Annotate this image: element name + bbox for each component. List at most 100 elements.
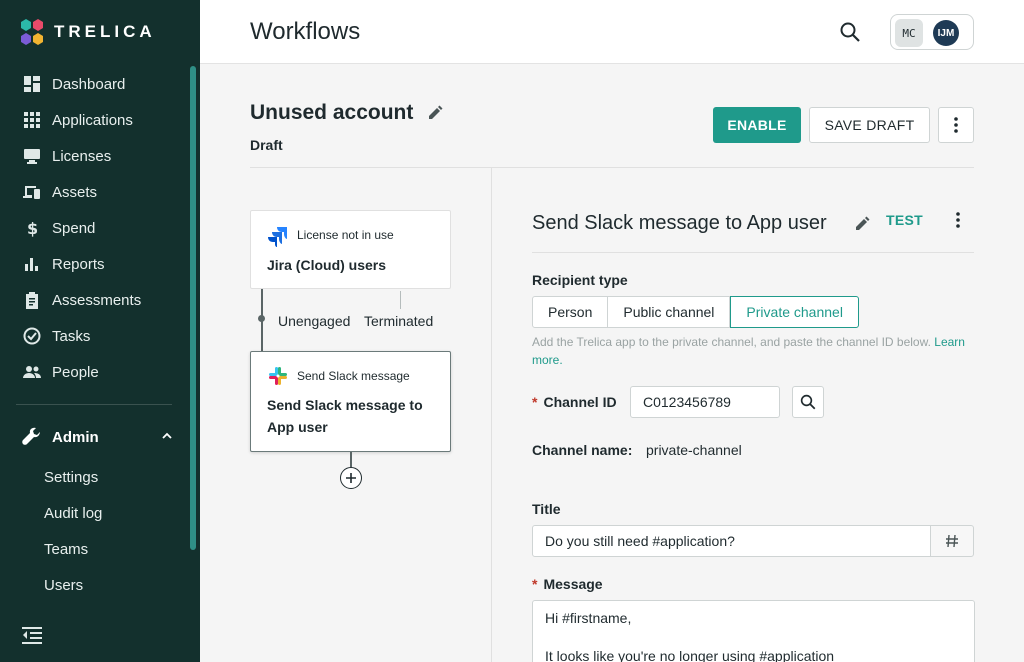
main-content: Unused account Draft ENABLE SAVE DRAFT L… <box>200 65 1024 662</box>
recipient-option-public-channel[interactable]: Public channel <box>608 296 731 328</box>
branch-dot <box>258 315 265 322</box>
message-textarea[interactable]: Hi #firstname, It looks like you're no l… <box>532 600 975 662</box>
recipient-type-selector: Person Public channel Private channel <box>532 296 859 328</box>
workflow-status: Draft <box>250 137 283 153</box>
devices-icon <box>22 182 42 202</box>
svg-text:$: $ <box>27 219 38 237</box>
pencil-icon[interactable] <box>854 216 870 232</box>
workflow-title: Unused account <box>250 101 414 124</box>
dashboard-icon <box>22 74 42 94</box>
sidebar-item-users[interactable]: Users <box>0 567 186 603</box>
recipient-type-label: Recipient type <box>532 272 628 288</box>
trelica-logo-icon <box>21 19 43 45</box>
sidebar-item-admin[interactable]: Admin <box>0 419 186 455</box>
check-circle-icon <box>22 326 42 346</box>
recipient-hint: Add the Trelica app to the private chann… <box>532 333 972 369</box>
flow-connector <box>350 452 352 467</box>
sidebar-item-label: Assets <box>52 183 98 201</box>
sidebar-item-label: People <box>52 363 99 381</box>
test-button[interactable]: TEST <box>886 212 923 228</box>
brand-name: TRELICA <box>54 22 156 41</box>
title-input[interactable]: Do you still need #application? <box>532 525 931 557</box>
recipient-option-person[interactable]: Person <box>532 296 609 328</box>
node-name-label: Send Slack message to App user <box>267 397 423 435</box>
sidebar: TRELICA Dashboard Applications Licenses … <box>0 0 200 662</box>
sidebar-item-tasks[interactable]: Tasks <box>0 318 186 354</box>
sidebar-scrollbar[interactable] <box>190 66 196 550</box>
avatar[interactable]: IJM <box>933 20 959 46</box>
sidebar-item-label: Reports <box>52 255 105 273</box>
search-icon <box>800 394 816 410</box>
dollar-icon: $ <box>22 218 42 238</box>
top-header: Workflows MC IJM <box>200 0 1024 64</box>
trigger-node[interactable]: License not in use Jira (Cloud) users <box>250 210 451 289</box>
channel-id-input[interactable]: C0123456789 <box>630 386 780 418</box>
workflow-more-button[interactable] <box>938 107 974 143</box>
plus-icon <box>346 473 356 483</box>
page-title: Workflows <box>250 18 361 45</box>
sidebar-nav: Dashboard Applications Licenses Assets $… <box>0 66 186 390</box>
sidebar-item-people[interactable]: People <box>0 354 186 390</box>
branch-label-terminated[interactable]: Terminated <box>364 311 433 331</box>
sidebar-item-settings[interactable]: Settings <box>0 459 186 495</box>
insert-variable-button[interactable] <box>930 525 974 557</box>
clipboard-icon <box>22 290 42 310</box>
sidebar-item-label: Applications <box>52 111 133 129</box>
node-name-label: Jira (Cloud) users <box>267 257 387 273</box>
avatar[interactable]: MC <box>895 19 923 47</box>
channel-id-label-text: Channel ID <box>543 394 617 410</box>
jira-icon <box>268 227 287 247</box>
sidebar-item-assessments[interactable]: Assessments <box>0 282 186 318</box>
sidebar-item-spend[interactable]: $ Spend <box>0 210 186 246</box>
required-asterisk: * <box>532 576 538 592</box>
message-label: * Message <box>532 576 603 592</box>
flow-connector <box>400 291 401 309</box>
branch-label-unengaged[interactable]: Unengaged <box>278 311 354 331</box>
add-step-button[interactable] <box>340 467 362 489</box>
channel-name-label: Channel name: <box>532 442 633 458</box>
hash-icon <box>946 534 958 548</box>
sidebar-item-label: Assessments <box>52 291 142 309</box>
save-draft-button[interactable]: SAVE DRAFT <box>809 107 930 143</box>
sidebar-item-applications[interactable]: Applications <box>0 102 186 138</box>
node-type-label: Send Slack message <box>297 369 410 383</box>
title-label: Title <box>532 501 561 517</box>
collapse-sidebar-icon[interactable] <box>22 626 42 644</box>
apps-grid-icon <box>22 110 42 130</box>
wrench-icon <box>22 427 42 447</box>
sidebar-item-label: Tasks <box>52 327 91 345</box>
search-icon[interactable] <box>838 20 862 44</box>
sidebar-item-assets[interactable]: Assets <box>0 174 186 210</box>
channel-lookup-button[interactable] <box>792 386 824 418</box>
sidebar-item-label: Dashboard <box>52 75 126 93</box>
message-label-text: Message <box>543 576 603 592</box>
required-asterisk: * <box>532 394 538 410</box>
user-avatars[interactable]: MC IJM <box>890 14 974 50</box>
step-title: Send Slack message to App user <box>532 212 827 234</box>
people-icon <box>22 362 42 382</box>
brand-logo[interactable]: TRELICA <box>18 18 156 46</box>
sidebar-item-audit-log[interactable]: Audit log <box>0 495 186 531</box>
admin-subnav: Settings Audit log Teams Users <box>0 459 186 603</box>
channel-name-value: private-channel <box>646 442 742 458</box>
divider <box>491 168 492 662</box>
action-node[interactable]: Send Slack message Send Slack message to… <box>250 351 451 452</box>
sidebar-item-label: Licenses <box>52 147 112 165</box>
chevron-up-icon <box>162 432 172 439</box>
pencil-icon[interactable] <box>427 105 443 121</box>
recipient-option-private-channel[interactable]: Private channel <box>730 296 859 328</box>
divider <box>532 252 974 253</box>
more-vertical-icon[interactable] <box>948 209 968 233</box>
sidebar-item-label: Spend <box>52 219 96 237</box>
licenses-icon <box>22 146 42 166</box>
node-type-label: License not in use <box>297 228 394 242</box>
sidebar-item-dashboard[interactable]: Dashboard <box>0 66 186 102</box>
sidebar-item-licenses[interactable]: Licenses <box>0 138 186 174</box>
sidebar-item-teams[interactable]: Teams <box>0 531 186 567</box>
sidebar-divider <box>16 404 172 405</box>
divider <box>250 167 974 168</box>
channel-id-label: * Channel ID <box>532 394 617 410</box>
bar-chart-icon <box>22 254 42 274</box>
sidebar-item-reports[interactable]: Reports <box>0 246 186 282</box>
enable-button[interactable]: ENABLE <box>713 107 801 143</box>
